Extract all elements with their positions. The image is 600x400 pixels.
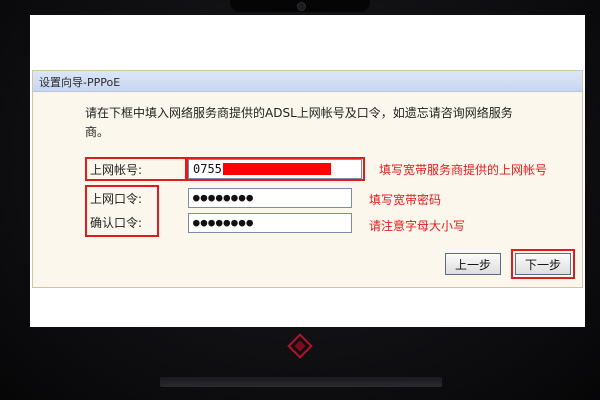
- laptop-frame: 设置向导-PPPoE 请在下框中填入网络服务商提供的ADSL上网帐号及口令，如遗…: [0, 0, 600, 400]
- screen: 设置向导-PPPoE 请在下框中填入网络服务商提供的ADSL上网帐号及口令，如遗…: [30, 15, 585, 327]
- pppoe-setup-dialog: 设置向导-PPPoE 请在下框中填入网络服务商提供的ADSL上网帐号及口令，如遗…: [32, 70, 583, 288]
- confirm-password-input[interactable]: ●●●●●●●●: [188, 213, 352, 233]
- redaction-bar: [223, 163, 331, 175]
- password-input[interactable]: ●●●●●●●●: [188, 188, 352, 208]
- next-button[interactable]: 下一步: [515, 253, 571, 275]
- account-value: 0755: [193, 162, 222, 176]
- account-note: 填写宽带服务商提供的上网帐号: [379, 163, 548, 177]
- webcam-icon: [297, 2, 306, 11]
- previous-button[interactable]: 上一步: [445, 253, 501, 275]
- dialog-titlebar: 设置向导-PPPoE: [33, 71, 582, 92]
- account-label: 上网帐号:: [90, 163, 143, 177]
- account-input[interactable]: 0755: [188, 159, 362, 179]
- confirm-note: 请注意字母大小写: [369, 219, 466, 233]
- password-label: 上网口令:: [90, 192, 143, 206]
- instruction-text: 请在下框中填入网络服务商提供的ADSL上网帐号及口令，如遗忘请咨询网络服务商。: [85, 106, 513, 139]
- confirm-label: 确认口令:: [90, 216, 143, 230]
- hinge: [160, 377, 442, 387]
- password-note: 填写宽带密码: [369, 193, 442, 207]
- brand-logo-icon: [287, 333, 313, 359]
- dialog-title: 设置向导-PPPoE: [39, 76, 121, 89]
